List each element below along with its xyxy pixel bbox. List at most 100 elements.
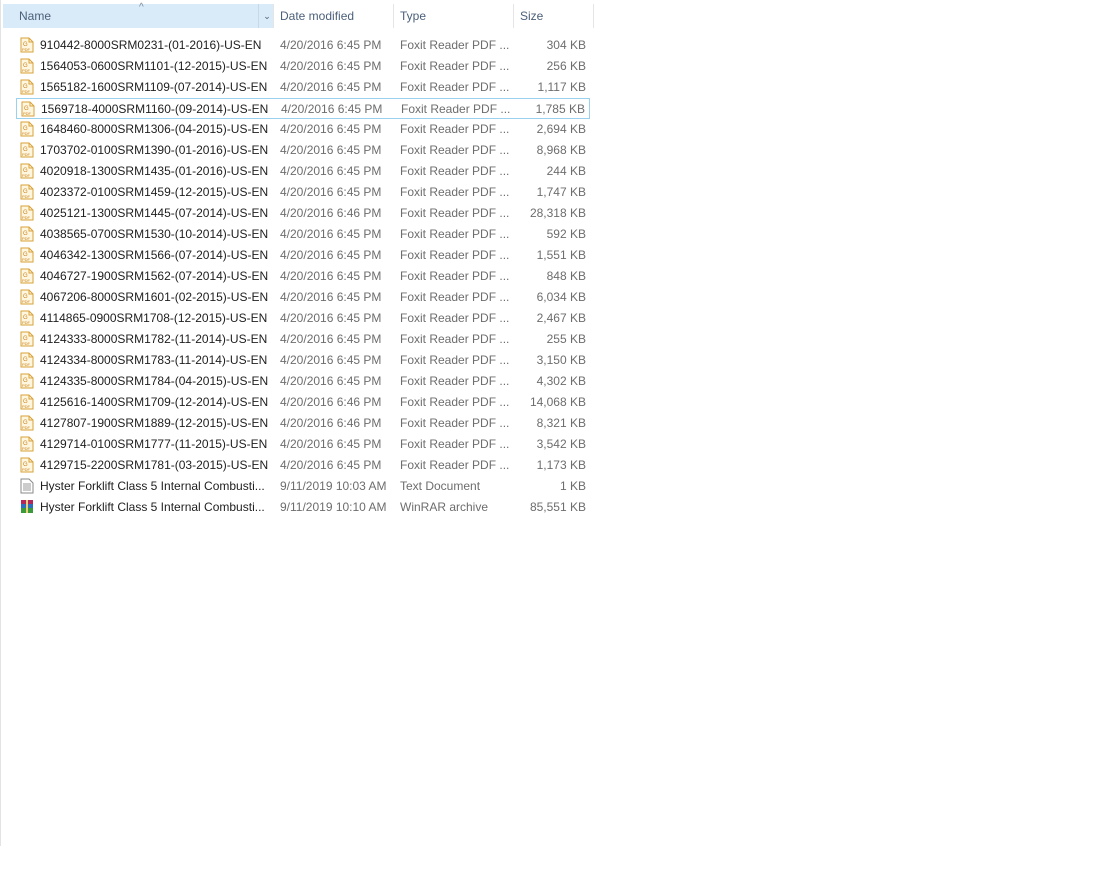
pdf-icon: G PDF xyxy=(20,310,34,326)
file-row[interactable]: G PDF 4025121-1300SRM1445-(07-2014)-US-EN 4… xyxy=(16,203,590,224)
file-row[interactable]: G PDF 910442-8000SRM0231-(01-2016)-US-EN 4/… xyxy=(16,35,590,56)
file-row[interactable]: Hyster Forklift Class 5 Internal Combust… xyxy=(16,476,590,497)
file-size: 848 KB xyxy=(546,269,586,283)
file-date-modified: 4/20/2016 6:45 PM xyxy=(280,374,382,388)
file-date-modified: 4/20/2016 6:45 PM xyxy=(280,185,382,199)
file-type: Foxit Reader PDF ... xyxy=(400,227,510,241)
file-row[interactable]: G PDF 4038565-0700SRM1530-(10-2014)-US-EN 4… xyxy=(16,224,590,245)
file-name: 4127807-1900SRM1889-(12-2015)-US-EN xyxy=(40,416,269,430)
column-header-date-modified[interactable]: Date modified xyxy=(274,4,394,28)
column-header-name[interactable]: Name ^ ⌄ xyxy=(3,2,275,28)
svg-text:PDF: PDF xyxy=(22,152,31,157)
file-name: 4025121-1300SRM1445-(07-2014)-US-EN xyxy=(40,206,269,220)
file-name: 4129714-0100SRM1777-(11-2015)-US-EN xyxy=(40,437,268,451)
pdf-icon: G PDF xyxy=(20,352,34,368)
file-row[interactable]: G PDF 4129714-0100SRM1777-(11-2015)-US-EN 4… xyxy=(16,434,590,455)
chevron-down-icon[interactable]: ⌄ xyxy=(258,4,275,28)
pdf-icon: G PDF xyxy=(20,121,34,137)
file-name: 1648460-8000SRM1306-(04-2015)-US-EN xyxy=(40,122,269,136)
file-size: 1 KB xyxy=(559,479,586,493)
svg-text:PDF: PDF xyxy=(22,236,31,241)
file-date-modified: 4/20/2016 6:45 PM xyxy=(280,38,382,52)
file-type: Foxit Reader PDF ... xyxy=(400,416,510,430)
file-date-modified: 9/11/2019 10:03 AM xyxy=(280,479,387,493)
file-row[interactable]: G PDF 1648460-8000SRM1306-(04-2015)-US-EN 4… xyxy=(16,119,590,140)
file-name: 1569718-4000SRM1160-(09-2014)-US-EN xyxy=(41,102,269,116)
file-date-modified: 4/20/2016 6:45 PM xyxy=(280,227,382,241)
file-name: Hyster Forklift Class 5 Internal Combust… xyxy=(40,479,265,493)
file-type: Foxit Reader PDF ... xyxy=(401,102,511,116)
file-type: Foxit Reader PDF ... xyxy=(400,437,510,451)
file-name: 4067206-8000SRM1601-(02-2015)-US-EN xyxy=(40,290,269,304)
file-size: 304 KB xyxy=(546,38,586,52)
svg-text:PDF: PDF xyxy=(23,111,32,116)
file-date-modified: 4/20/2016 6:45 PM xyxy=(280,269,382,283)
file-date-modified: 4/20/2016 6:46 PM xyxy=(280,416,382,430)
column-header-type[interactable]: Type xyxy=(394,4,514,28)
file-type: Foxit Reader PDF ... xyxy=(400,122,510,136)
file-date-modified: 4/20/2016 6:45 PM xyxy=(280,80,382,94)
svg-text:PDF: PDF xyxy=(22,68,31,73)
file-name: 1565182-1600SRM1109-(07-2014)-US-EN xyxy=(40,80,268,94)
file-name: 4046727-1900SRM1562-(07-2014)-US-EN xyxy=(40,269,269,283)
file-row[interactable]: G PDF 4124333-8000SRM1782-(11-2014)-US-EN 4… xyxy=(16,329,590,350)
file-type: Foxit Reader PDF ... xyxy=(400,59,510,73)
file-row[interactable]: G PDF 4124335-8000SRM1784-(04-2015)-US-EN 4… xyxy=(16,371,590,392)
file-row[interactable]: G PDF 4125616-1400SRM1709-(12-2014)-US-EN 4… xyxy=(16,392,590,413)
text-document-icon xyxy=(20,478,34,494)
file-name: 910442-8000SRM0231-(01-2016)-US-EN xyxy=(40,38,262,52)
file-row[interactable]: G PDF 4046342-1300SRM1566-(07-2014)-US-EN 4… xyxy=(16,245,590,266)
file-type: Foxit Reader PDF ... xyxy=(400,38,510,52)
svg-text:PDF: PDF xyxy=(22,257,31,262)
file-row[interactable]: Hyster Forklift Class 5 Internal Combust… xyxy=(16,497,590,518)
file-date-modified: 4/20/2016 6:45 PM xyxy=(280,332,382,346)
file-row[interactable]: G PDF 4046727-1900SRM1562-(07-2014)-US-EN 4… xyxy=(16,266,590,287)
pane-border xyxy=(0,0,1,846)
file-row[interactable]: G PDF 4127807-1900SRM1889-(12-2015)-US-EN 4… xyxy=(16,413,590,434)
file-row[interactable]: G PDF 1703702-0100SRM1390-(01-2016)-US-EN 4… xyxy=(16,140,590,161)
file-name: 4020918-1300SRM1435-(01-2016)-US-EN xyxy=(40,164,269,178)
file-row[interactable]: G PDF 4114865-0900SRM1708-(12-2015)-US-EN 4… xyxy=(16,308,590,329)
file-size: 592 KB xyxy=(546,227,586,241)
svg-text:PDF: PDF xyxy=(22,404,31,409)
pdf-icon: G PDF xyxy=(20,205,34,221)
svg-text:PDF: PDF xyxy=(22,131,31,136)
file-size: 2,467 KB xyxy=(536,311,586,325)
svg-text:PDF: PDF xyxy=(22,362,31,367)
file-type: Foxit Reader PDF ... xyxy=(400,353,510,367)
svg-text:PDF: PDF xyxy=(22,194,31,199)
pdf-icon: G PDF xyxy=(20,289,34,305)
svg-text:PDF: PDF xyxy=(22,320,31,325)
file-size: 3,150 KB xyxy=(536,353,586,367)
file-type: Foxit Reader PDF ... xyxy=(400,143,510,157)
file-row[interactable]: G PDF 1564053-0600SRM1101-(12-2015)-US-EN 4… xyxy=(16,56,590,77)
file-name: 4023372-0100SRM1459-(12-2015)-US-EN xyxy=(40,185,269,199)
svg-text:PDF: PDF xyxy=(22,173,31,178)
file-row[interactable]: G PDF 4129715-2200SRM1781-(03-2015)-US-EN 4… xyxy=(16,455,590,476)
pdf-icon: G PDF xyxy=(20,457,34,473)
file-name: 4125616-1400SRM1709-(12-2014)-US-EN xyxy=(40,395,269,409)
file-date-modified: 4/20/2016 6:45 PM xyxy=(280,458,382,472)
column-header-size[interactable]: Size xyxy=(514,4,594,28)
file-name: 4114865-0900SRM1708-(12-2015)-US-EN xyxy=(40,311,268,325)
pdf-icon: G PDF xyxy=(20,142,34,158)
file-size: 1,785 KB xyxy=(535,102,585,116)
svg-text:PDF: PDF xyxy=(22,299,31,304)
file-row[interactable]: G PDF 4020918-1300SRM1435-(01-2016)-US-EN 4… xyxy=(16,161,590,182)
file-size: 85,551 KB xyxy=(529,500,586,514)
file-row[interactable]: G PDF 1569718-4000SRM1160-(09-2014)-US-EN 4… xyxy=(16,98,590,119)
file-size: 14,068 KB xyxy=(529,395,586,409)
file-row[interactable]: G PDF 4067206-8000SRM1601-(02-2015)-US-EN 4… xyxy=(16,287,590,308)
file-row[interactable]: G PDF 1565182-1600SRM1109-(07-2014)-US-EN 4… xyxy=(16,77,590,98)
winrar-archive-icon xyxy=(20,499,34,515)
pdf-icon: G PDF xyxy=(20,247,34,263)
pdf-icon: G PDF xyxy=(20,415,34,431)
file-row[interactable]: G PDF 4124334-8000SRM1783-(11-2014)-US-EN 4… xyxy=(16,350,590,371)
file-type: Foxit Reader PDF ... xyxy=(400,290,510,304)
file-row[interactable]: G PDF 4023372-0100SRM1459-(12-2015)-US-EN 4… xyxy=(16,182,590,203)
file-name: 4038565-0700SRM1530-(10-2014)-US-EN xyxy=(40,227,269,241)
file-size: 255 KB xyxy=(546,332,586,346)
file-date-modified: 4/20/2016 6:45 PM xyxy=(280,437,382,451)
pdf-icon: G PDF xyxy=(20,394,34,410)
file-date-modified: 4/20/2016 6:45 PM xyxy=(280,59,382,73)
